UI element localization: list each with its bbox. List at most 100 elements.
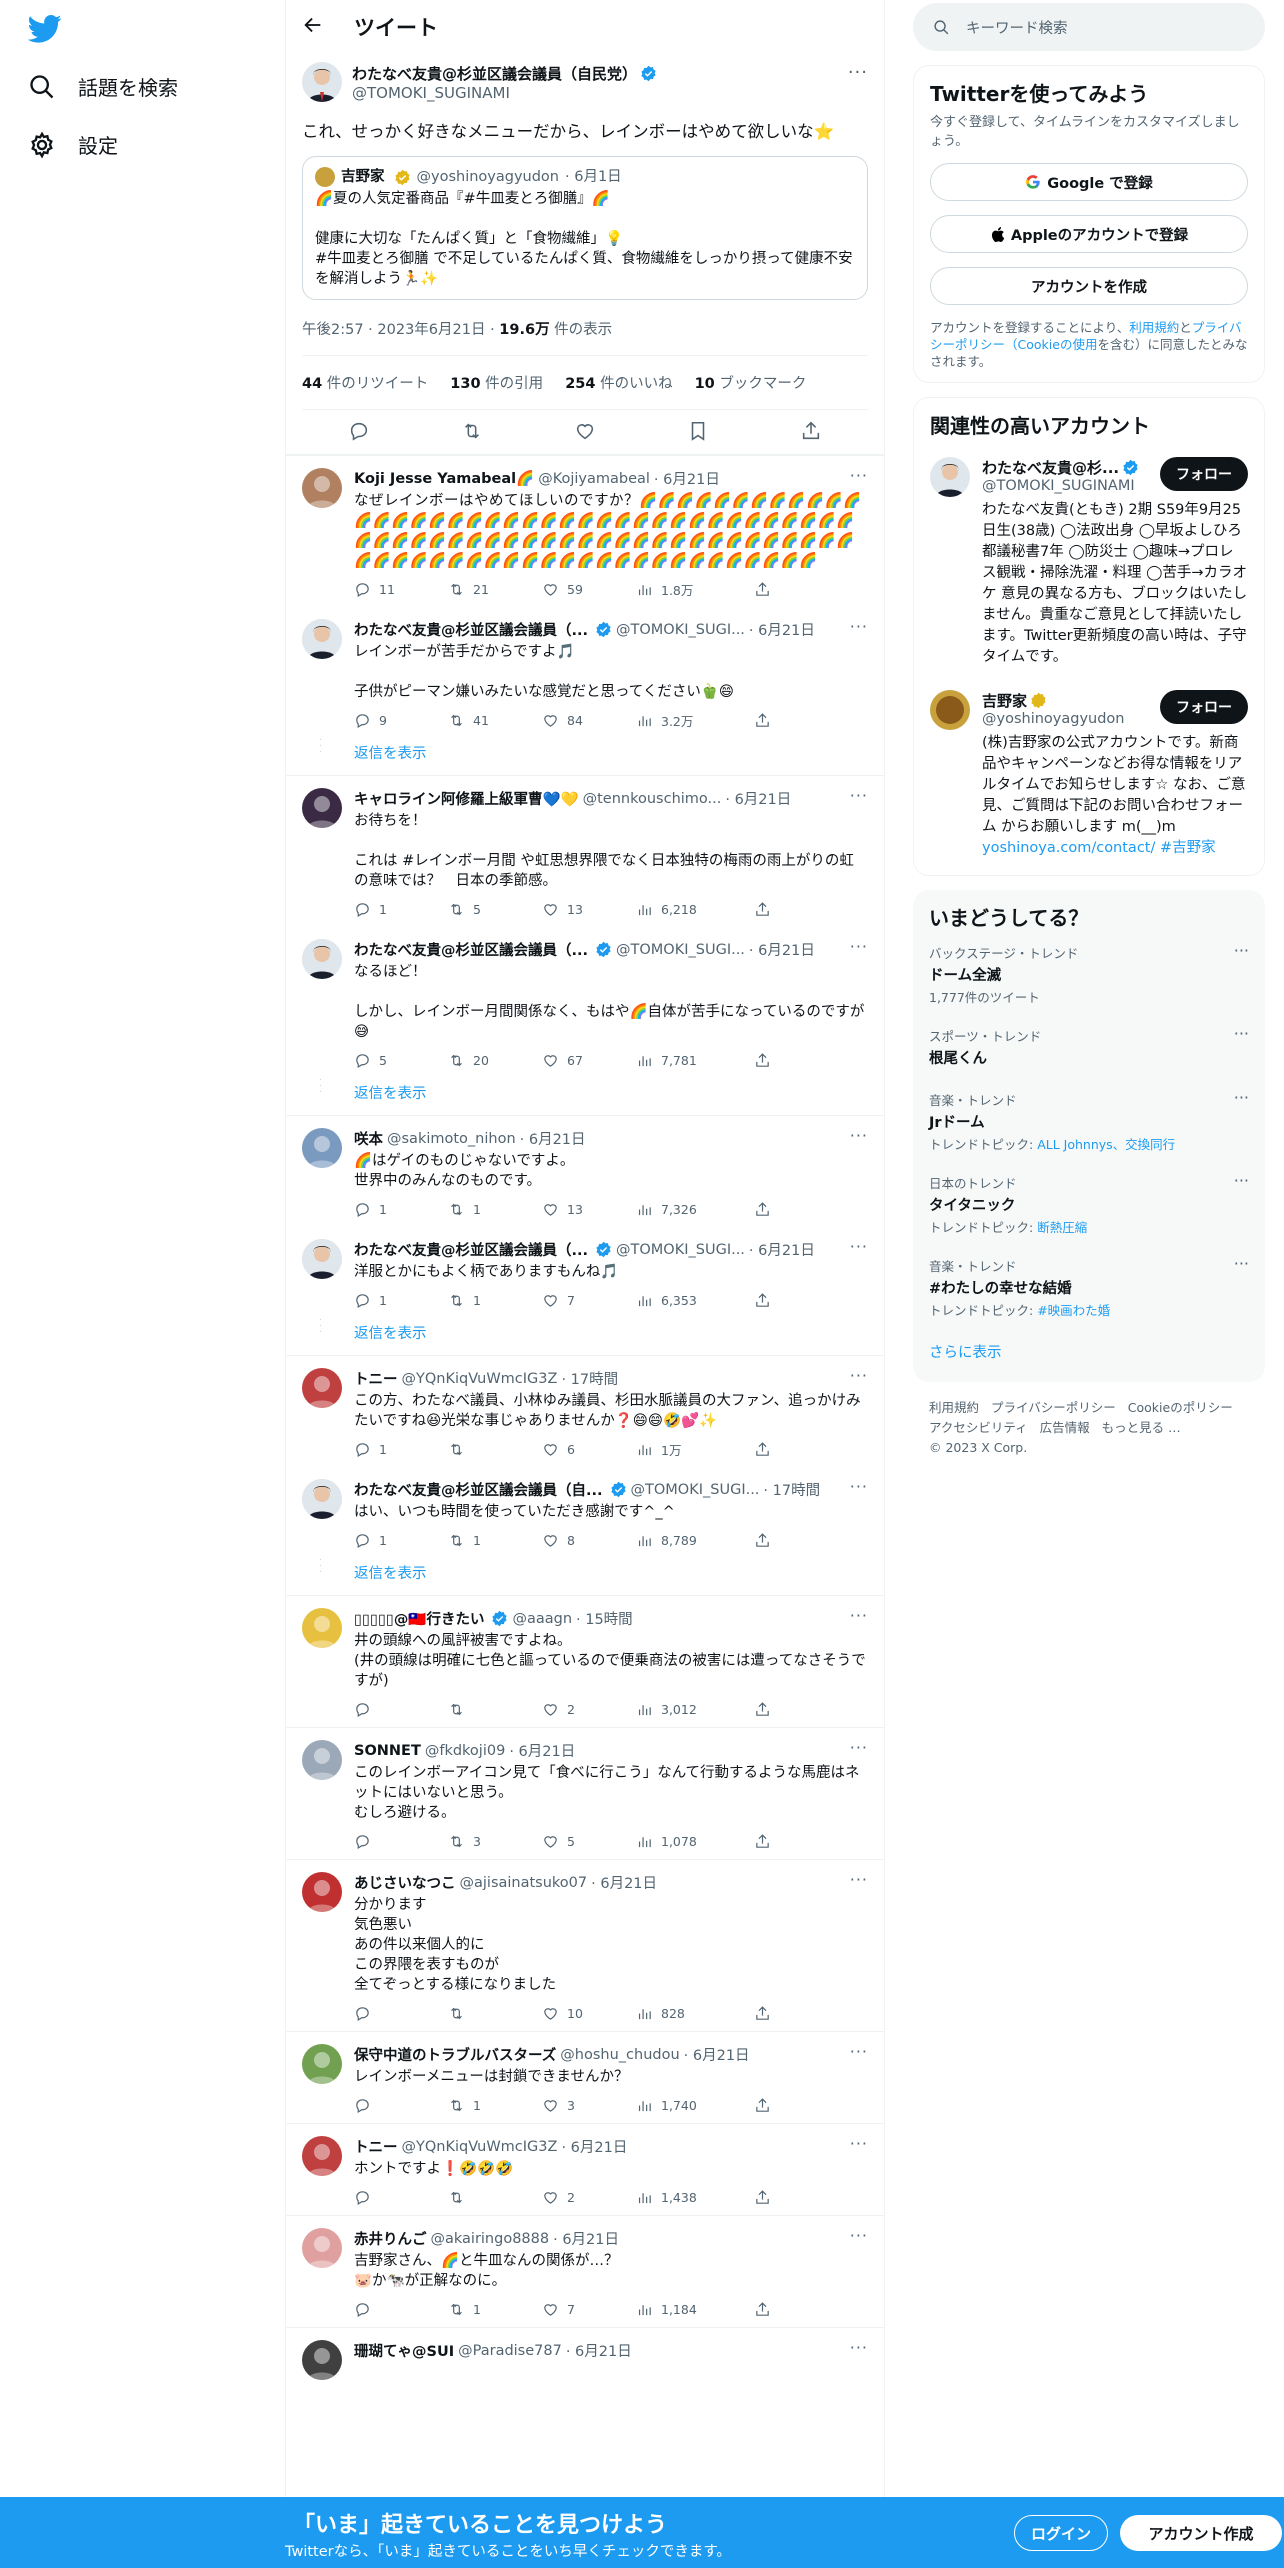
more-icon[interactable]: ···	[850, 2042, 868, 2061]
reply-date[interactable]: · 6月21日	[654, 468, 720, 489]
like-button[interactable]: 13	[542, 901, 636, 918]
avatar[interactable]	[302, 1740, 342, 1780]
related-account[interactable]: わたなべ友貴@杉... @TOMOKI_SUGINAMI フォロー わたなべ友貴(とも…	[930, 445, 1248, 672]
like-button[interactable]: 2	[542, 1701, 636, 1718]
follow-button[interactable]: フォロー	[1160, 690, 1248, 724]
back-arrow-icon[interactable]	[302, 14, 324, 40]
reply-author-handle[interactable]: @akairingo8888	[431, 2231, 550, 2247]
related-name[interactable]: 吉野家	[982, 692, 1027, 710]
reply-tweet[interactable]: Koji Jesse Yamabeal🌈 @Kojiyamabeal · 6月21日…	[286, 455, 884, 607]
views-button[interactable]: 7,781	[636, 1052, 754, 1069]
reply-author-name[interactable]: あじさいなつこ	[354, 1872, 456, 1893]
retweet-button[interactable]	[448, 1441, 542, 1458]
reply-button[interactable]: 1	[354, 1292, 448, 1309]
apple-signup-button[interactable]: Appleのアカウントで登録	[930, 215, 1248, 253]
bookmark-count[interactable]: 10 ブックマーク	[695, 372, 807, 393]
trends-show-more[interactable]: さらに表示	[929, 1327, 1249, 1370]
reply-button[interactable]	[354, 1701, 448, 1718]
retweet-icon[interactable]	[461, 420, 483, 442]
like-icon[interactable]	[574, 420, 596, 442]
related-name[interactable]: わたなべ友貴@杉...	[982, 459, 1119, 477]
trend-topic-link[interactable]: ALL Johnnys、交換同行	[1037, 1137, 1175, 1152]
share-button[interactable]	[754, 712, 771, 729]
views-button[interactable]: 6,353	[636, 1292, 754, 1309]
more-icon[interactable]: ···	[848, 62, 868, 83]
show-replies-link[interactable]: · · · 返信を表示	[286, 736, 884, 775]
reply-author-handle[interactable]: @TOMOKI_SUGI...	[616, 1242, 745, 1258]
more-icon[interactable]: ···	[850, 786, 868, 805]
views-button[interactable]: 7,326	[636, 1201, 754, 1218]
terms-link[interactable]: 利用規約	[1129, 320, 1179, 335]
avatar[interactable]	[302, 2136, 342, 2176]
reply-date[interactable]: · 6月21日	[509, 1740, 575, 1761]
share-button[interactable]	[754, 2301, 771, 2318]
views-button[interactable]: 3.2万	[636, 711, 754, 730]
retweet-button[interactable]: 5	[448, 901, 542, 918]
signup-button[interactable]: アカウント作成	[1120, 2515, 1282, 2551]
reply-author-handle[interactable]: @fkdkoji09	[425, 1743, 505, 1759]
footer-link[interactable]: © 2023 X Corp.	[929, 1438, 1027, 1458]
reply-author-handle[interactable]: @sakimoto_nihon	[387, 1131, 516, 1147]
avatar[interactable]	[302, 2228, 342, 2268]
more-icon[interactable]: ···	[1234, 1254, 1249, 1273]
like-button[interactable]: 59	[542, 581, 636, 598]
share-button[interactable]	[754, 1201, 771, 1218]
like-button[interactable]: 13	[542, 1201, 636, 1218]
more-icon[interactable]: ···	[850, 1606, 868, 1625]
more-icon[interactable]: ···	[850, 1477, 868, 1496]
more-icon[interactable]: ···	[850, 2226, 868, 2245]
like-button[interactable]: 2	[542, 2189, 636, 2206]
author-name[interactable]: わたなべ友貴@杉並区議会議員（自民党）	[352, 65, 637, 83]
avatar[interactable]	[302, 62, 342, 102]
avatar[interactable]	[930, 690, 970, 730]
reply-author-name[interactable]: 珊瑚てゃ@SUI	[354, 2340, 454, 2361]
reply-author-handle[interactable]: @TOMOKI_SUGI...	[616, 622, 745, 638]
login-button[interactable]: ログイン	[1014, 2515, 1108, 2551]
reply-tweet[interactable]: 咲本 @sakimoto_nihon · 6月21日 ··· 🌈はゲイのものじゃないです…	[286, 1115, 884, 1227]
reply-author-name[interactable]: わたなべ友貴@杉並区議会議員（...	[354, 1239, 588, 1260]
avatar[interactable]	[302, 1479, 342, 1519]
reply-author-handle[interactable]: @ajisainatsuko07	[460, 1875, 588, 1891]
retweet-button[interactable]: 41	[448, 712, 542, 729]
share-button[interactable]	[754, 1833, 771, 1850]
like-button[interactable]: 7	[542, 2301, 636, 2318]
more-icon[interactable]: ···	[850, 466, 868, 485]
related-account[interactable]: 吉野家 @yoshinoyagyudon フォロー (株)吉野家の公式アカウントです。…	[930, 678, 1248, 863]
footer-link[interactable]: アクセシビリティ	[929, 1418, 1028, 1438]
create-account-button[interactable]: アカウントを作成	[930, 267, 1248, 305]
avatar[interactable]	[302, 1872, 342, 1912]
more-icon[interactable]: ···	[1234, 1088, 1249, 1107]
avatar[interactable]	[302, 1608, 342, 1648]
reply-date[interactable]: · 17時間	[561, 1368, 618, 1389]
more-icon[interactable]: ···	[850, 1366, 868, 1385]
retweet-button[interactable]	[448, 1701, 542, 1718]
retweet-button[interactable]: 1	[448, 1292, 542, 1309]
reply-date[interactable]: · 6月21日	[749, 939, 815, 960]
reply-icon[interactable]	[348, 420, 370, 442]
views-button[interactable]: 8,789	[636, 1532, 754, 1549]
reply-author-handle[interactable]: @tennkouschimo...	[583, 791, 722, 807]
views-button[interactable]: 1,078	[636, 1833, 754, 1850]
trend-topic-link[interactable]: #映画わた婚	[1037, 1303, 1110, 1318]
like-button[interactable]: 8	[542, 1532, 636, 1549]
related-link[interactable]: yoshinoya.com/contact/ #吉野家	[982, 840, 1216, 856]
retweet-button[interactable]: 1	[448, 2301, 542, 2318]
avatar[interactable]	[302, 1239, 342, 1279]
reply-date[interactable]: · 6月21日	[684, 2044, 750, 2065]
like-button[interactable]: 67	[542, 1052, 636, 1069]
reply-tweet[interactable]: 保守中道のトラブルバスターズ @hoshu_chudou · 6月21日 ··· レイン…	[286, 2031, 884, 2123]
avatar[interactable]	[302, 2044, 342, 2084]
more-icon[interactable]: ···	[850, 2134, 868, 2153]
more-icon[interactable]: ···	[850, 937, 868, 956]
share-button[interactable]	[754, 1532, 771, 1549]
tweet-time[interactable]: 午後2:57 · 2023年6月21日 ·	[302, 322, 499, 338]
reply-author-name[interactable]: わたなべ友貴@杉並区議会議員（自...	[354, 1479, 603, 1500]
reply-author-name[interactable]: トニー	[354, 1368, 398, 1389]
reply-button[interactable]: 11	[354, 581, 448, 598]
retweet-button[interactable]: 1	[448, 2097, 542, 2114]
reply-author-handle[interactable]: @Paradise787	[458, 2343, 562, 2359]
reply-tweet[interactable]: キャロライン阿修羅上級軍曹💙💛 @tennkouschimo... · 6月21日 ·…	[286, 775, 884, 927]
views-button[interactable]: 1.8万	[636, 580, 754, 599]
reply-tweet[interactable]: 赤井りんご @akairingo8888 · 6月21日 ··· 吉野家さん、🌈と牛皿な…	[286, 2215, 884, 2327]
reply-tweet[interactable]: わたなべ友貴@杉並区議会議員（自... @TOMOKI_SUGI... · 17時間…	[286, 1467, 884, 1558]
